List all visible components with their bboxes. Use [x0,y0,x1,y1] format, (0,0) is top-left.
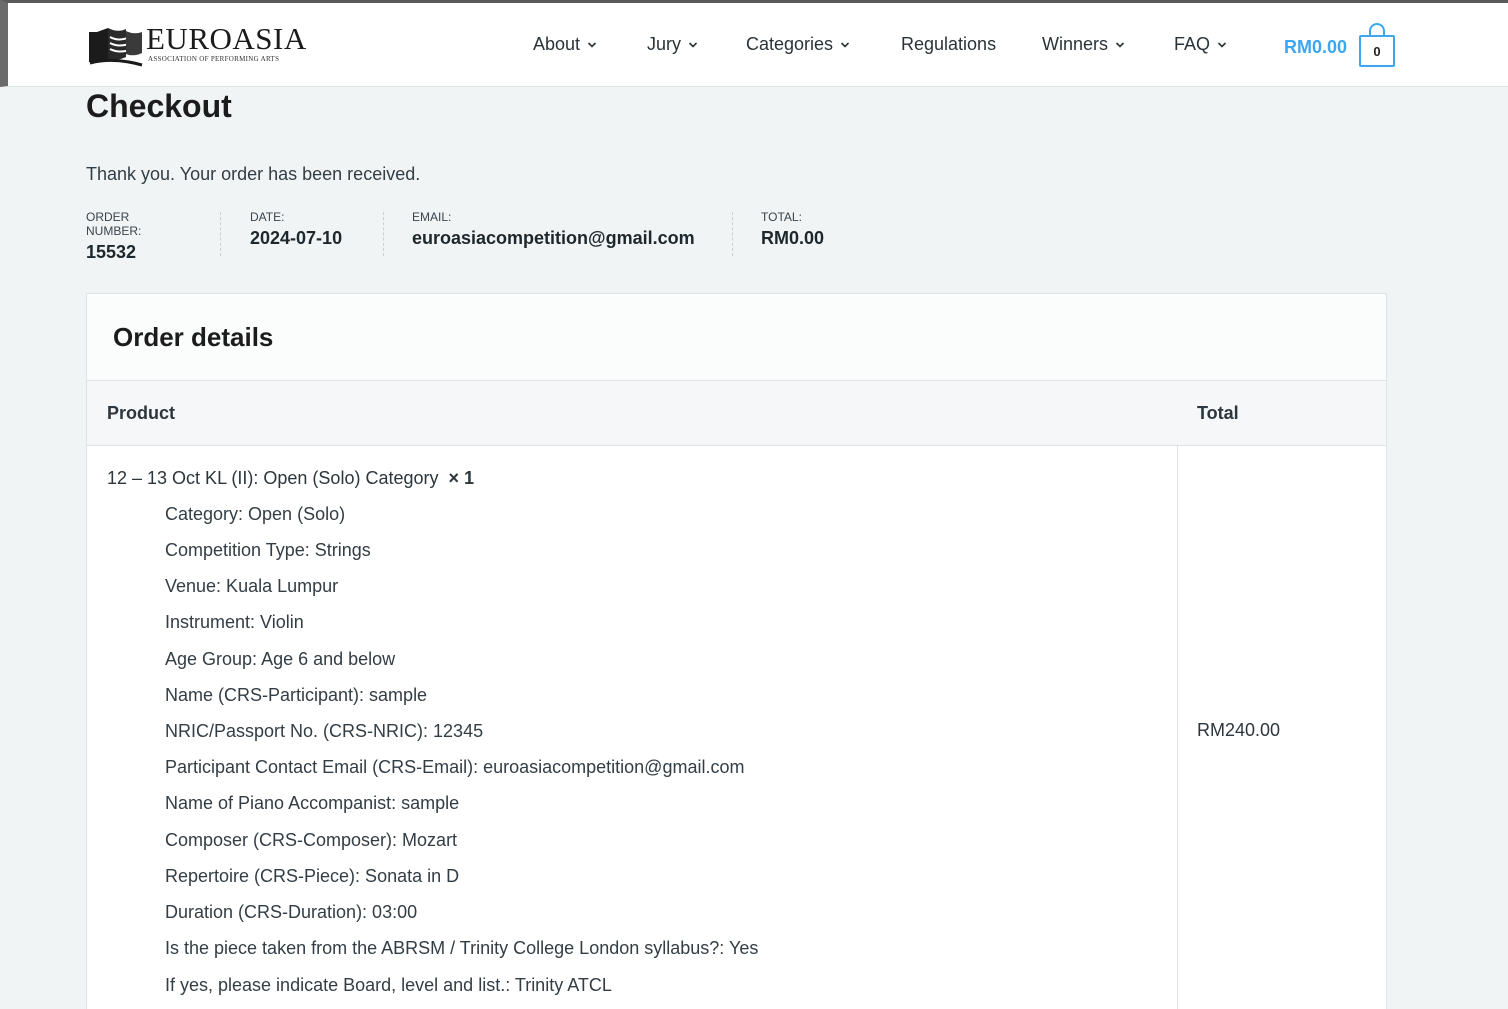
column-header-total: Total [1197,403,1239,423]
column-header-product: Product [107,403,176,423]
chevron-down-icon [688,41,698,48]
column-divider [1177,446,1178,1009]
order-details-panel: Order details Product Total 12 – 13 Oct … [86,293,1387,1009]
nav-item-label: About [533,34,581,54]
nav-item-jury[interactable]: Jury [647,34,698,55]
overview-divider [220,212,221,256]
order-date-value: 2024-07-10 [250,228,343,248]
table-row: 12 – 13 Oct KL (II): Open (Solo) Categor… [87,446,1386,1009]
product-name-link[interactable]: 12 – 13 Oct KL (II): Open (Solo) Categor… [107,468,439,488]
overview-divider [732,212,733,256]
meta-age-group: Age Group: Age 6 and below [165,649,396,669]
site-header: EUROASIA ASSOCIATION OF PERFORMING ARTS … [0,0,1508,87]
meta-participant-name: Name (CRS-Participant): sample [165,685,428,705]
meta-board-level: If yes, please indicate Board, level and… [165,975,612,995]
meta-contact-email: Participant Contact Email (CRS-Email): e… [165,757,745,777]
cart-total-link[interactable]: RM0.00 [1284,37,1347,58]
meta-duration: Duration (CRS-Duration): 03:00 [165,902,418,922]
order-table-header: Product Total [87,381,1386,446]
meta-syllabus: Is the piece taken from the ABRSM / Trin… [165,938,759,958]
overview-divider [383,212,384,256]
order-email-value: euroasiacompetition@gmail.com [412,228,695,248]
order-total-value: RM0.00 [761,228,825,248]
order-date: DATE: 2024-07-10 [250,210,342,256]
product-line: 12 – 13 Oct KL (II): Open (Solo) Categor… [107,468,474,489]
nav-item-label: FAQ [1174,34,1211,54]
meta-composer: Composer (CRS-Composer): Mozart [165,830,458,850]
chevron-down-icon [1115,41,1125,48]
meta-competition-type: Competition Type: Strings [165,540,371,560]
meta-nric: NRIC/Passport No. (CRS-NRIC): 12345 [165,721,484,741]
order-total: TOTAL: RM0.00 [761,210,824,256]
meta-category: Category: Open (Solo) [165,504,346,524]
meta-instrument: Instrument: Violin [165,612,304,632]
nav-item-categories[interactable]: Categories [746,34,850,55]
nav-item-label: Winners [1042,34,1109,54]
order-email: EMAIL: euroasiacompetition@gmail.com [412,210,695,256]
chevron-down-icon [840,41,850,48]
meta-accompanist: Name of Piano Accompanist: sample [165,793,460,813]
order-number: ORDER NUMBER: 15532 [86,210,142,262]
chevron-down-icon [587,41,597,48]
order-number-label: ORDER NUMBER: [86,210,142,238]
order-total-label: TOTAL: [761,210,802,224]
meta-repertoire: Repertoire (CRS-Piece): Sonata in D [165,866,460,886]
nav-item-winners[interactable]: Winners [1042,34,1125,55]
line-total: RM240.00 [1197,720,1281,740]
nav-item-faq[interactable]: FAQ [1174,34,1227,55]
nav-item-label: Regulations [901,34,997,54]
nav-item-regulations[interactable]: Regulations [901,34,996,55]
page-title: Checkout [86,88,232,124]
cart-button[interactable]: 0 [1359,23,1395,67]
order-number-value: 15532 [86,242,137,262]
meta-venue: Venue: Kuala Lumpur [165,576,339,596]
order-date-label: DATE: [250,210,285,224]
order-email-label: EMAIL: [412,210,452,224]
order-details-heading: Order details [87,294,1386,381]
nav-item-label: Categories [746,34,834,54]
chevron-down-icon [1217,41,1227,48]
nav-item-label: Jury [647,34,682,54]
main-nav: About Jury Categories Regulations Winner… [8,34,1508,62]
order-received-notice: Thank you. Your order has been received. [86,164,421,184]
cart-count-badge: 0 [1359,35,1395,67]
product-quantity: × 1 [448,468,475,488]
nav-item-about[interactable]: About [533,34,597,55]
